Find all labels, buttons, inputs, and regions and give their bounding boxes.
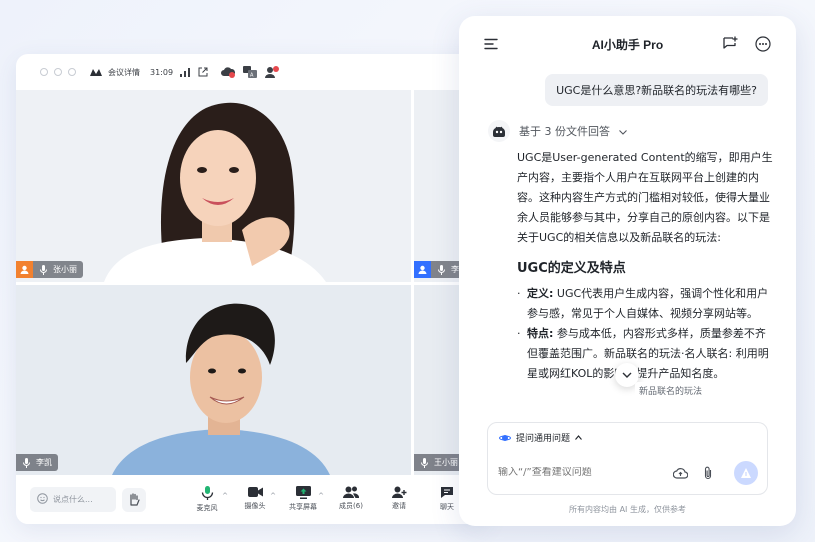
window-minimize-dot[interactable] bbox=[54, 68, 62, 76]
chevron-up-icon[interactable]: ^ bbox=[270, 492, 276, 500]
participant-alert-icon[interactable] bbox=[265, 65, 280, 79]
mic-icon bbox=[435, 264, 447, 276]
window-maximize-dot[interactable] bbox=[68, 68, 76, 76]
new-chat-icon[interactable] bbox=[722, 36, 738, 52]
participant-video-man bbox=[16, 285, 411, 475]
suggest-label: 提问通用问题 bbox=[516, 434, 571, 444]
invite-button[interactable]: 邀请 bbox=[378, 486, 420, 513]
more-icon[interactable] bbox=[755, 36, 771, 52]
ai-title: AI小助手 Pro bbox=[591, 37, 664, 52]
mic-icon bbox=[37, 264, 49, 276]
svg-text:A: A bbox=[250, 73, 254, 79]
share-screen-label: 共享屏幕 bbox=[289, 503, 317, 511]
user-message: UGC是什么意思?新品联名的玩法有哪些? bbox=[545, 74, 768, 106]
composer: 提问通用问题 bbox=[487, 422, 768, 495]
question-input[interactable] bbox=[498, 467, 658, 478]
bot-avatar-icon bbox=[488, 120, 510, 142]
popout-icon[interactable] bbox=[197, 66, 209, 78]
answer-section-title: UGC的定义及特点 bbox=[517, 261, 626, 276]
participant-name-tag: 王小丽 bbox=[414, 454, 464, 471]
source-row[interactable]: 基于 3 份文件回答 bbox=[488, 120, 627, 142]
translate-icon[interactable]: A bbox=[243, 65, 258, 79]
participant-name: 张小丽 bbox=[53, 265, 77, 274]
mic-label: 麦克风 bbox=[196, 504, 218, 512]
bullet-text: UGC代表用户生成内容，强调个性化和用户参与感，常见于个人自媒体、视频分享网站等… bbox=[527, 287, 769, 320]
meeting-details-link[interactable]: 会议详情 bbox=[108, 67, 140, 78]
signal-icon bbox=[179, 66, 191, 78]
cloud-record-icon[interactable] bbox=[221, 65, 236, 79]
ai-footnote: 所有内容均由 AI 生成，仅供参考 bbox=[569, 505, 686, 514]
share-screen-icon bbox=[295, 486, 311, 499]
raise-hand-icon bbox=[130, 493, 140, 506]
participant-name-tag: 张小丽 bbox=[16, 261, 83, 278]
answer-intro: UGC是User-generated Content的缩写，即用户生产内容，主要… bbox=[517, 151, 773, 244]
members-icon bbox=[343, 486, 359, 498]
answer-bullet: 特点: 参与成本低，内容形式多样，质量参差不齐但覆盖范围广。新品联名的玩法·名人… bbox=[517, 324, 775, 384]
host-badge-icon bbox=[16, 261, 33, 278]
floating-tag: 新品联名的玩法 bbox=[635, 382, 707, 399]
mic-button[interactable]: 麦克风 ^ bbox=[186, 486, 228, 513]
chat-icon bbox=[441, 487, 453, 498]
meeting-tool-group: 麦克风 ^ 摄像头 ^ 共享屏幕 ^ 成员(6) 邀请 聊天 bbox=[186, 486, 468, 513]
suggest-toggle[interactable]: 提问通用问题 bbox=[499, 431, 582, 444]
mic-icon bbox=[201, 486, 213, 500]
source-note: 基于 3 份文件回答 bbox=[519, 125, 610, 138]
camera-icon bbox=[247, 487, 263, 497]
ai-header: AI小助手 Pro bbox=[459, 16, 796, 72]
ai-answer: UGC是User-generated Content的缩写，即用户生产内容，主要… bbox=[517, 148, 775, 412]
members-button[interactable]: 成员(6) bbox=[330, 486, 372, 513]
chevron-up-icon[interactable]: ^ bbox=[318, 492, 324, 500]
app-logo-icon bbox=[90, 68, 102, 76]
planet-icon bbox=[499, 434, 511, 441]
meeting-duration: 31:09 bbox=[150, 67, 174, 77]
participant-name-tag: 李 bbox=[414, 261, 465, 278]
ai-assistant-panel: AI小助手 Pro UGC是什么意思?新品联名的玩法有哪些? 基于 3 份文件回… bbox=[459, 16, 796, 526]
menu-icon[interactable] bbox=[484, 37, 498, 51]
emoji-icon[interactable] bbox=[37, 493, 48, 506]
mic-icon bbox=[20, 457, 32, 469]
chevron-up-icon[interactable]: ^ bbox=[222, 492, 228, 500]
window-close-dot[interactable] bbox=[40, 68, 48, 76]
members-label: 成员(6) bbox=[339, 502, 363, 510]
meeting-titlebar: 会议详情 31:09 A bbox=[16, 54, 486, 90]
meeting-chat-placeholder: 说点什么... bbox=[53, 495, 93, 504]
participant-name: 王小丽 bbox=[434, 458, 458, 467]
participant-video-woman bbox=[16, 90, 411, 282]
camera-label: 摄像头 bbox=[244, 502, 266, 510]
video-tile-2[interactable]: 李凯 bbox=[16, 285, 411, 475]
answer-bullet: 定义: UGC代表用户生成内容，强调个性化和用户参与感，常见于个人自媒体、视频分… bbox=[517, 284, 775, 324]
participant-name-tag: 李凯 bbox=[16, 454, 58, 471]
raise-hand-button[interactable] bbox=[122, 487, 146, 512]
host-badge-icon bbox=[414, 261, 431, 278]
answer-fade bbox=[517, 398, 775, 412]
chevron-down-icon[interactable] bbox=[619, 125, 627, 138]
participant-name: 李凯 bbox=[36, 458, 52, 467]
invite-icon bbox=[391, 486, 406, 498]
bullet-term: 定义: bbox=[527, 287, 554, 300]
video-tile-1[interactable]: 张小丽 bbox=[16, 90, 411, 282]
invite-label: 邀请 bbox=[392, 502, 406, 510]
send-icon bbox=[741, 468, 751, 478]
meeting-window: 会议详情 31:09 A 张小丽 李 李凯 王小丽 说点什么... 麦克风 ^ … bbox=[16, 54, 486, 524]
meeting-chat-input[interactable]: 说点什么... bbox=[30, 487, 116, 512]
cloud-upload-icon[interactable] bbox=[672, 465, 688, 481]
chat-label: 聊天 bbox=[440, 503, 454, 511]
send-button[interactable] bbox=[734, 461, 758, 485]
chevron-up-icon bbox=[575, 435, 582, 440]
chevron-down-icon bbox=[622, 372, 632, 378]
participant-name: 李 bbox=[451, 265, 459, 274]
bullet-text: 参与成本低，内容形式多样，质量参差不齐但覆盖范围广。新品联名的玩法·名人联名: … bbox=[527, 327, 769, 380]
meeting-toolbar: 说点什么... 麦克风 ^ 摄像头 ^ 共享屏幕 ^ 成员(6) 邀请 聊天 bbox=[16, 475, 486, 524]
attachment-icon[interactable] bbox=[700, 465, 716, 481]
bullet-term: 特点: bbox=[527, 327, 554, 340]
camera-button[interactable]: 摄像头 ^ bbox=[234, 486, 276, 513]
share-screen-button[interactable]: 共享屏幕 ^ bbox=[282, 486, 324, 513]
mic-icon bbox=[418, 457, 430, 469]
